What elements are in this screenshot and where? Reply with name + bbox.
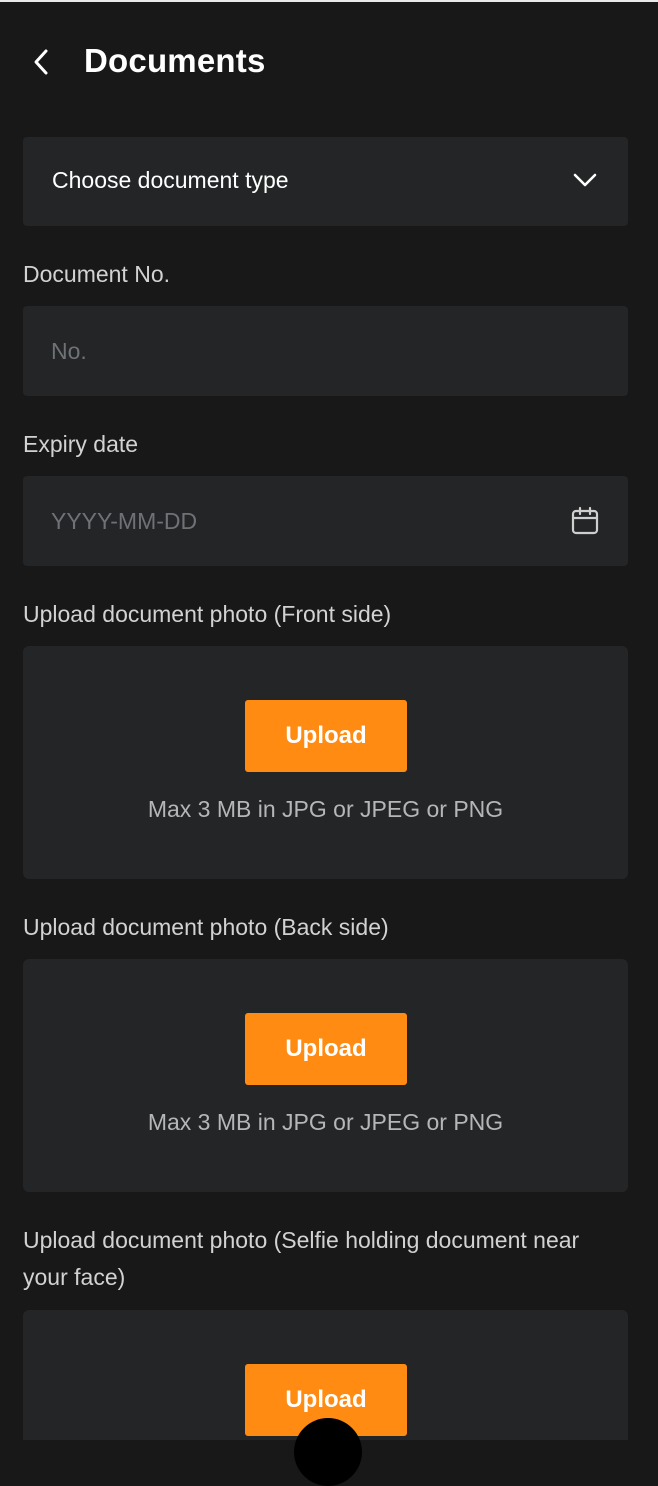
upload-back-label: Upload document photo (Back side) — [23, 914, 389, 940]
document-type-value: Choose document type — [52, 167, 289, 193]
upload-back-dropzone[interactable]: Upload Max 3 MB in JPG or JPEG or PNG — [23, 959, 628, 1192]
upload-front-dropzone[interactable]: Upload Max 3 MB in JPG or JPEG or PNG — [23, 646, 628, 879]
calendar-icon[interactable] — [570, 506, 600, 536]
header: Documents — [0, 34, 658, 92]
page-title: Documents — [84, 42, 266, 79]
floating-action-button[interactable] — [294, 1418, 362, 1486]
document-no-field[interactable] — [23, 306, 628, 396]
upload-back-button[interactable]: Upload — [245, 1013, 407, 1085]
document-type-select[interactable]: Choose document type — [23, 137, 628, 226]
expiry-date-label: Expiry date — [23, 431, 139, 457]
upload-selfie-label: Upload document photo (Selfie holding do… — [23, 1227, 580, 1290]
chevron-left-icon — [34, 49, 48, 75]
expiry-date-input[interactable] — [23, 476, 628, 566]
document-no-label: Document No. — [23, 261, 171, 287]
chevron-down-icon — [573, 173, 597, 187]
top-border — [0, 0, 658, 2]
upload-back-hint: Max 3 MB in JPG or JPEG or PNG — [147, 1109, 504, 1135]
upload-front-button[interactable]: Upload — [245, 700, 407, 772]
upload-front-label: Upload document photo (Front side) — [23, 601, 392, 627]
back-button[interactable] — [24, 45, 58, 79]
upload-front-hint: Max 3 MB in JPG or JPEG or PNG — [147, 796, 504, 822]
expiry-date-field[interactable] — [23, 476, 628, 566]
document-no-input[interactable] — [23, 306, 628, 396]
